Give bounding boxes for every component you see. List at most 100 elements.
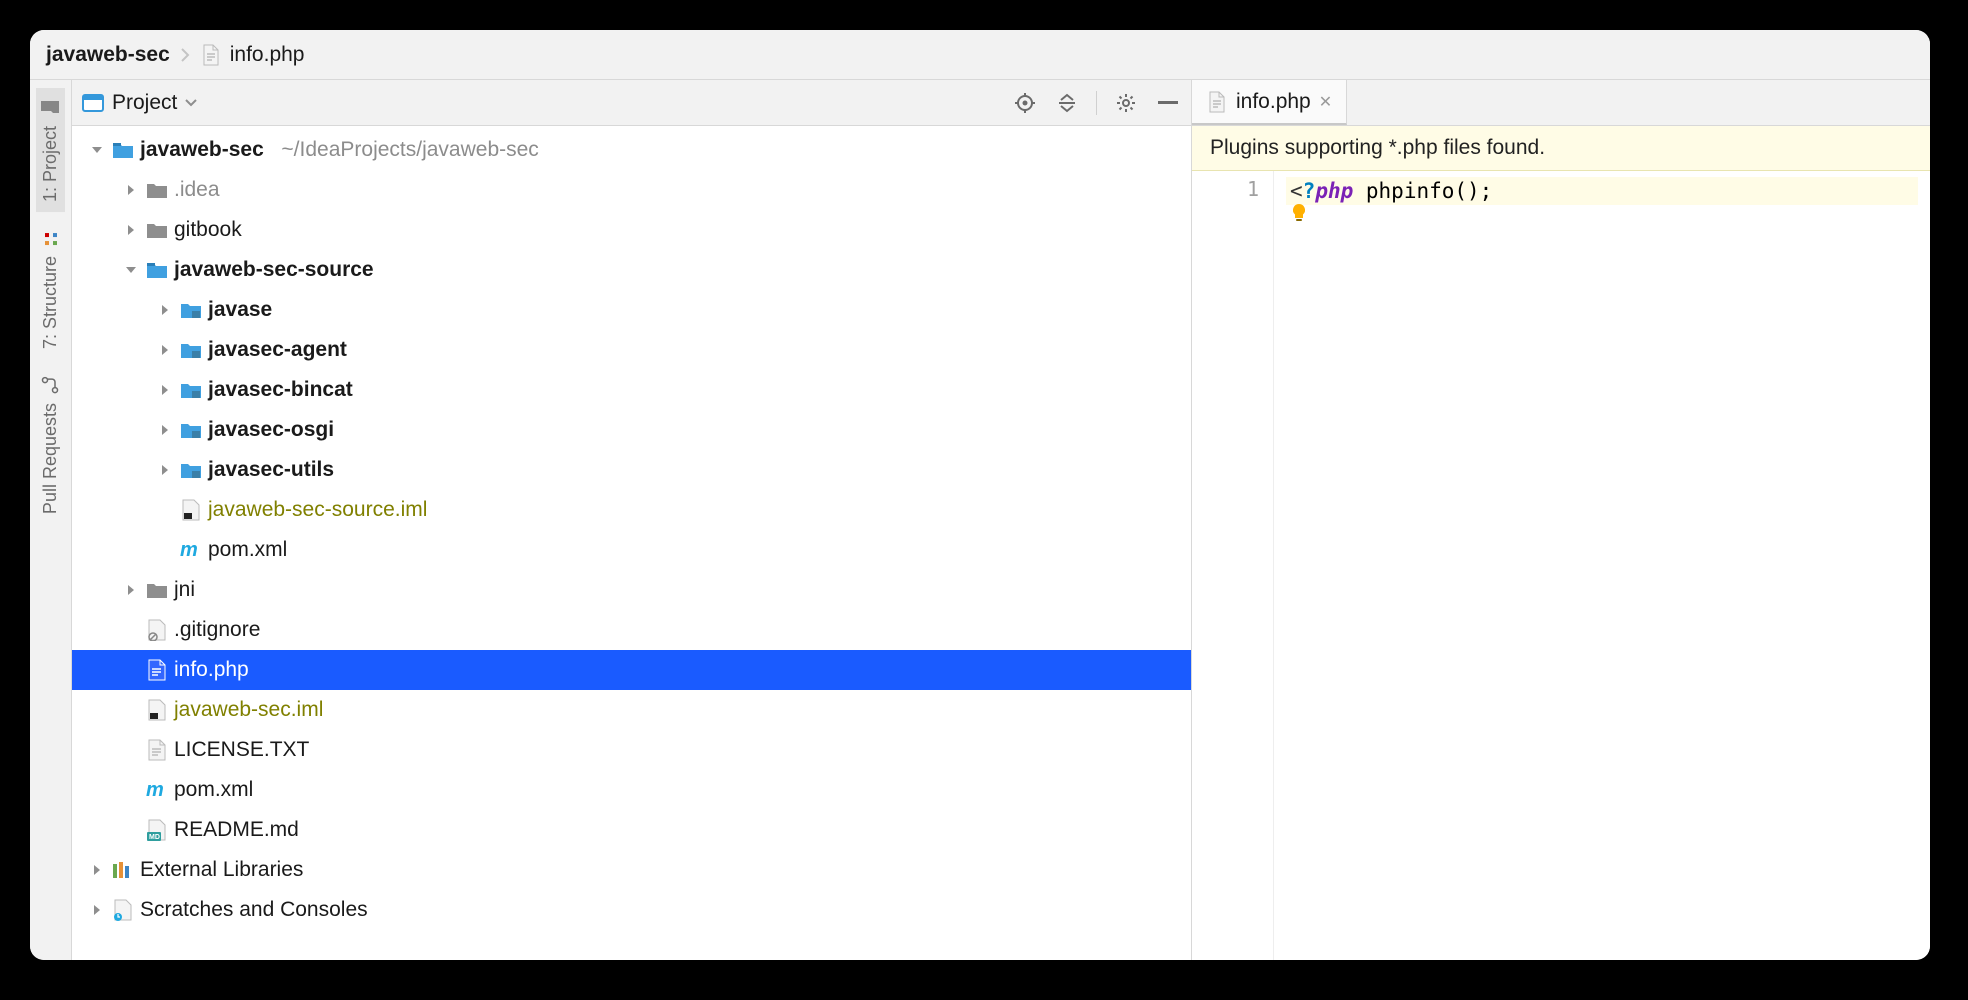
lightbulb-icon[interactable] <box>1290 203 1308 223</box>
code-line-1: <?php phpinfo(); <box>1286 177 1918 205</box>
tree-arrow-icon[interactable] <box>88 864 106 876</box>
code-editor[interactable]: 1 <?php phpinfo(); <box>1192 171 1930 960</box>
tree-arrow-icon[interactable] <box>122 584 140 596</box>
project-panel-title[interactable]: Project <box>112 91 177 115</box>
module-icon <box>180 459 202 481</box>
tree-item[interactable]: External Libraries <box>72 850 1191 890</box>
hide-icon[interactable] <box>1155 90 1181 116</box>
folder-gray-icon <box>146 579 168 601</box>
gitignore-icon <box>146 619 168 641</box>
banner-text: Plugins supporting *.php files found. <box>1210 136 1545 159</box>
folder-blue-icon <box>146 259 168 281</box>
tree-arrow-icon[interactable] <box>156 464 174 476</box>
tree-item-label: pom.xml <box>208 538 287 562</box>
editor-tab-info-php[interactable]: info.php ✕ <box>1192 80 1347 125</box>
editor-gutter: 1 <box>1192 171 1274 960</box>
folder-gray-icon <box>146 219 168 241</box>
module-icon <box>180 299 202 321</box>
iml-icon <box>180 499 202 521</box>
breadcrumb-file-label: info.php <box>230 43 305 67</box>
tree-root[interactable]: javaweb-sec ~/IdeaProjects/javaweb-sec <box>72 130 1191 170</box>
line-number: 1 <box>1192 177 1259 201</box>
breadcrumb-project-label: javaweb-sec <box>46 43 170 67</box>
plugin-suggestion-banner[interactable]: Plugins supporting *.php files found. <box>1192 126 1930 171</box>
tree-item[interactable]: javasec-bincat <box>72 370 1191 410</box>
tree-arrow-icon[interactable] <box>88 144 106 156</box>
tree-item[interactable]: .gitignore <box>72 610 1191 650</box>
separator <box>1096 91 1097 115</box>
tree-arrow-icon[interactable] <box>156 384 174 396</box>
tree-item[interactable]: info.php <box>72 650 1191 690</box>
tree-item[interactable]: javaweb-sec.iml <box>72 690 1191 730</box>
tree-item-label: info.php <box>174 658 249 682</box>
editor-content[interactable]: <?php phpinfo(); <box>1274 171 1930 960</box>
project-panel: Project <box>72 80 1192 960</box>
expand-all-icon[interactable] <box>1054 90 1080 116</box>
folder-icon <box>41 98 61 118</box>
tab-project[interactable]: 1: Project <box>36 88 65 212</box>
tree-arrow-icon[interactable] <box>88 904 106 916</box>
tree-item[interactable]: jni <box>72 570 1191 610</box>
tab-structure[interactable]: 7: Structure <box>36 218 65 359</box>
tree-item[interactable]: MD README.md <box>72 810 1191 850</box>
tree-item-label: javasec-bincat <box>208 378 353 402</box>
gear-icon[interactable] <box>1113 90 1139 116</box>
tree-item[interactable]: javasec-osgi <box>72 410 1191 450</box>
md-icon: MD <box>146 819 168 841</box>
tree-item[interactable]: gitbook <box>72 210 1191 250</box>
folder-gray-icon <box>146 179 168 201</box>
tab-project-label: 1: Project <box>40 126 61 202</box>
file-icon <box>146 739 168 761</box>
tree-arrow-icon[interactable] <box>122 224 140 236</box>
structure-icon <box>41 228 61 248</box>
tree-item-label: javase <box>208 298 272 322</box>
tree-item-label: javaweb-sec-source.iml <box>208 498 427 522</box>
tree-item[interactable]: javaweb-sec-source.iml <box>72 490 1191 530</box>
tree-arrow-icon[interactable] <box>156 344 174 356</box>
pull-request-icon <box>41 375 61 395</box>
tree-item-label: javaweb-sec-source <box>174 258 374 282</box>
tree-item[interactable]: Scratches and Consoles <box>72 890 1191 930</box>
svg-text:m: m <box>180 540 198 560</box>
tree-item[interactable]: javasec-utils <box>72 450 1191 490</box>
tree-item-label: README.md <box>174 818 299 842</box>
breadcrumb-file[interactable]: info.php <box>200 43 305 67</box>
tree-item[interactable]: m pom.xml <box>72 770 1191 810</box>
tree-item[interactable]: javasec-agent <box>72 330 1191 370</box>
tree-item[interactable]: javase <box>72 290 1191 330</box>
tree-arrow-icon[interactable] <box>156 304 174 316</box>
tree-item-label: LICENSE.TXT <box>174 738 309 762</box>
tree-item[interactable]: javaweb-sec-source <box>72 250 1191 290</box>
breadcrumb-project[interactable]: javaweb-sec <box>46 43 170 67</box>
tree-item[interactable]: .idea <box>72 170 1191 210</box>
scratches-icon <box>112 899 134 921</box>
tree-arrow-icon[interactable] <box>122 184 140 196</box>
tree-item-label: javasec-agent <box>208 338 347 362</box>
project-tree[interactable]: javaweb-sec ~/IdeaProjects/javaweb-sec.i… <box>72 126 1191 960</box>
file-icon <box>200 44 222 66</box>
tree-arrow-icon[interactable] <box>122 264 140 276</box>
tree-item[interactable]: LICENSE.TXT <box>72 730 1191 770</box>
ide-window: javaweb-sec info.php 1: Project 7: Struc… <box>30 30 1930 960</box>
svg-text:m: m <box>146 780 164 800</box>
close-icon[interactable]: ✕ <box>1319 92 1332 112</box>
tab-pull-requests[interactable]: Pull Requests <box>36 365 65 524</box>
tree-item[interactable]: m pom.xml <box>72 530 1191 570</box>
breadcrumb: javaweb-sec info.php <box>30 30 1930 80</box>
dropdown-arrow-icon[interactable] <box>185 99 197 107</box>
tree-root-path: ~/IdeaProjects/javaweb-sec <box>270 138 539 162</box>
editor-tab-label: info.php <box>1236 90 1311 114</box>
editor-area: info.php ✕ Plugins supporting *.php file… <box>1192 80 1930 960</box>
file-icon <box>1206 91 1228 113</box>
tree-item-label: Scratches and Consoles <box>140 898 368 922</box>
folder-icon <box>112 139 134 161</box>
libraries-icon <box>112 859 134 881</box>
tab-pull-requests-label: Pull Requests <box>40 403 61 514</box>
locate-icon[interactable] <box>1012 90 1038 116</box>
tree-arrow-icon[interactable] <box>156 424 174 436</box>
tree-item-label: pom.xml <box>174 778 253 802</box>
tree-root-name: javaweb-sec <box>140 138 264 162</box>
project-view-icon <box>82 92 104 114</box>
tree-item-label: javasec-utils <box>208 458 334 482</box>
module-icon <box>180 379 202 401</box>
